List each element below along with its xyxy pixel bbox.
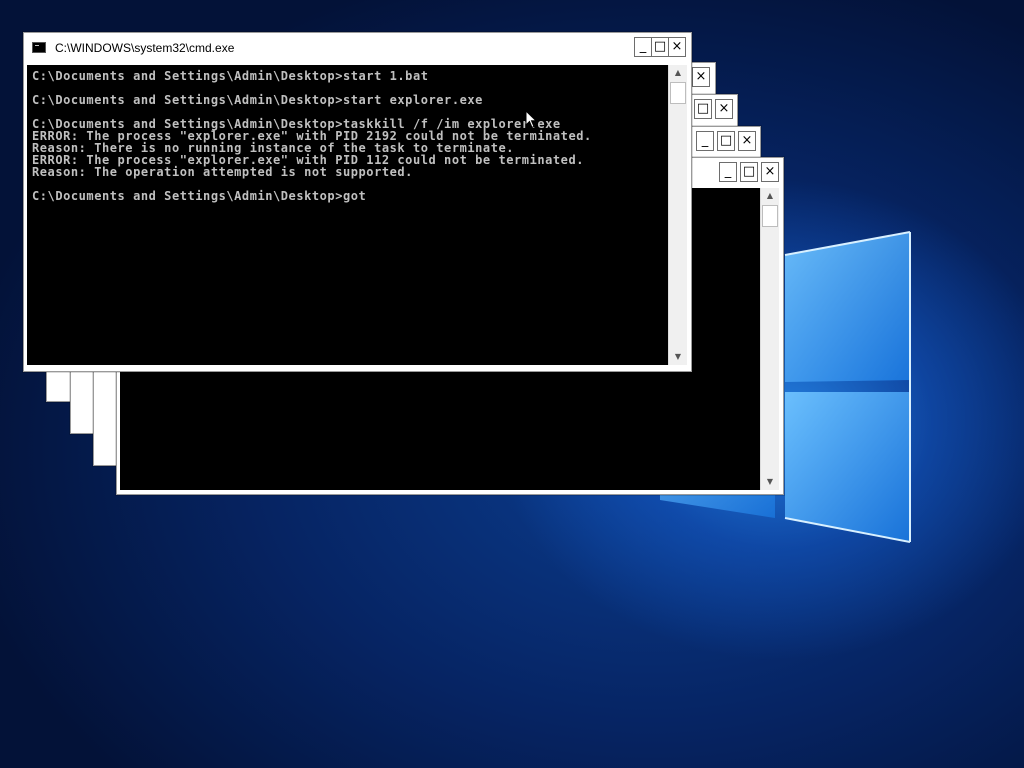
vertical-scrollbar[interactable]: ▲ ▼ xyxy=(668,65,687,365)
cmd-icon xyxy=(32,42,46,53)
close-button[interactable]: × xyxy=(692,67,710,87)
scroll-down-arrow-icon[interactable]: ▼ xyxy=(761,474,779,490)
close-button[interactable]: × xyxy=(668,37,686,57)
maximize-button[interactable]: □ xyxy=(694,99,712,119)
mouse-pointer-icon xyxy=(525,110,537,129)
minimize-button[interactable]: _ xyxy=(634,37,652,57)
scroll-down-arrow-icon[interactable]: ▼ xyxy=(669,349,687,365)
scroll-thumb[interactable] xyxy=(762,205,778,227)
console-area[interactable]: C:\Documents and Settings\Admin\Desktop>… xyxy=(27,65,668,365)
close-button[interactable]: × xyxy=(715,99,733,119)
vertical-scrollbar[interactable]: ▲ ▼ xyxy=(760,188,779,490)
title-bar[interactable]: C:\WINDOWS\system32\cmd.exe _ □ × xyxy=(24,33,691,63)
scroll-thumb[interactable] xyxy=(670,82,686,104)
cmd-window-main[interactable]: C:\WINDOWS\system32\cmd.exe _ □ × C:\Doc… xyxy=(23,32,692,372)
scroll-up-arrow-icon[interactable]: ▲ xyxy=(761,188,779,204)
scroll-up-arrow-icon[interactable]: ▲ xyxy=(669,65,687,81)
maximize-button[interactable]: □ xyxy=(740,162,758,182)
maximize-button[interactable]: □ xyxy=(717,131,735,151)
console-output: C:\Documents and Settings\Admin\Desktop>… xyxy=(32,69,592,203)
maximize-button[interactable]: □ xyxy=(651,37,669,57)
minimize-button[interactable]: _ xyxy=(696,131,714,151)
close-button[interactable]: × xyxy=(761,162,779,182)
window-title: C:\WINDOWS\system32\cmd.exe xyxy=(55,41,235,55)
minimize-button[interactable]: _ xyxy=(719,162,737,182)
close-button[interactable]: × xyxy=(738,131,756,151)
